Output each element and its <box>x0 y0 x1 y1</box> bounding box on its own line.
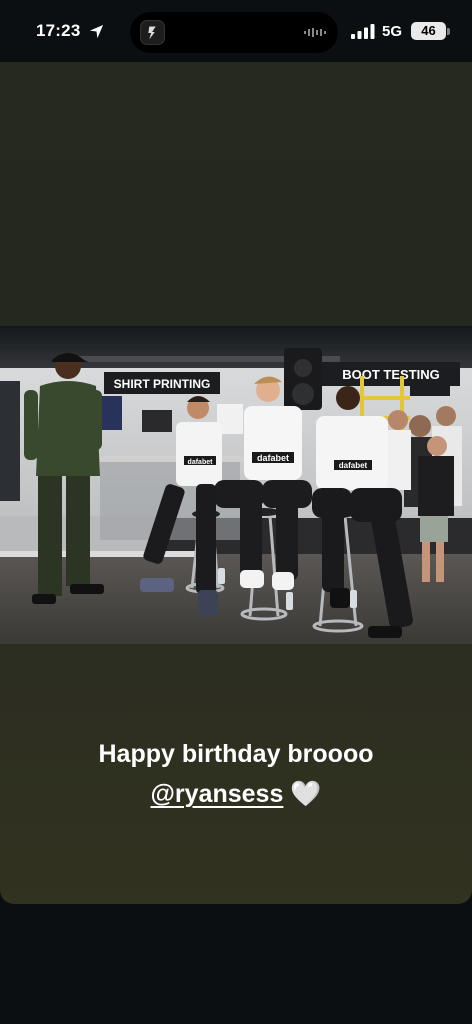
network-type: 5G <box>382 23 403 40</box>
dynamic-island[interactable] <box>130 12 338 53</box>
status-time: 17:23 <box>36 21 81 40</box>
cellular-signal-icon <box>351 24 375 39</box>
sign-shirt-printing: SHIRT PRINTING <box>114 377 211 391</box>
status-bar: 17:23 5G 46 <box>0 0 472 62</box>
jersey-sponsor-2: dafabet <box>257 453 289 463</box>
white-heart-emoji: 🤍 <box>290 780 322 808</box>
sign-boot-testing: BOOT TESTING <box>342 367 440 382</box>
caption-mention-line: @ryansess 🤍 <box>0 774 472 814</box>
story-caption: Happy birthday broooo @ryansess 🤍 <box>0 734 472 814</box>
event-photo-illustration: SHIRT PRINTING BOOT TESTING dafabet dafa… <box>0 326 472 644</box>
story-card[interactable]: SHIRT PRINTING BOOT TESTING dafabet dafa… <box>0 62 472 904</box>
battery-icon: 46 <box>411 22 446 40</box>
battery-level: 46 <box>421 23 436 38</box>
jersey-sponsor-1: dafabet <box>188 459 214 466</box>
mention-link[interactable]: @ryansess <box>151 780 284 808</box>
mention-at-icon: @ <box>150 780 175 808</box>
caption-text: Happy birthday broooo <box>98 740 374 768</box>
audio-wave-icon <box>304 28 326 37</box>
location-arrow-icon <box>89 24 104 39</box>
now-playing-app-icon <box>140 20 165 45</box>
story-photo: SHIRT PRINTING BOOT TESTING dafabet dafa… <box>0 326 472 644</box>
battery-nub <box>447 28 450 35</box>
mention-username: ryansess <box>174 780 284 808</box>
jersey-sponsor-3: dafabet <box>339 461 368 470</box>
